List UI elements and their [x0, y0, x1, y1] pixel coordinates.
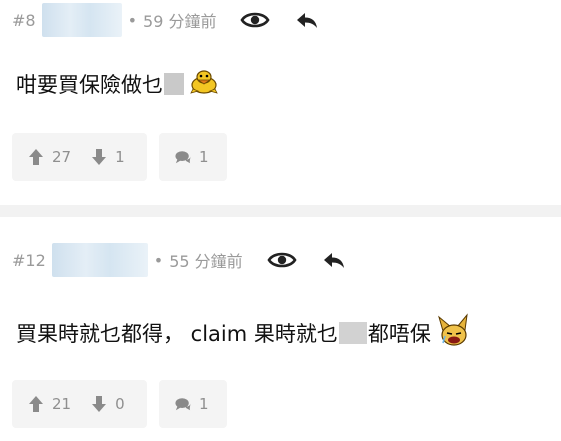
comment-button[interactable]: 1 — [159, 380, 227, 428]
reply-icon[interactable] — [321, 248, 347, 272]
post-content: 咁要買保險做乜 — [16, 66, 219, 102]
upvote-count: 21 — [52, 395, 72, 413]
username-blurred[interactable] — [41, 3, 122, 37]
downvote-count: 0 — [115, 395, 125, 413]
comment-button[interactable]: 1 — [159, 133, 227, 181]
post-actions: 27 1 1 — [12, 133, 227, 181]
separator-dot: • — [127, 10, 138, 30]
upvote-count: 27 — [52, 148, 72, 166]
comment-count: 1 — [199, 395, 209, 413]
blurred-text — [164, 73, 184, 95]
post-text: 買果時就乜都得， claim 果時就乜 — [16, 322, 338, 346]
reply-post-8: #8 • 59 分鐘前 咁要買保險做乜 27 1 1 — [0, 0, 561, 205]
post-meta: #12 • 55 分鐘前 — [12, 240, 347, 280]
blurred-text — [338, 322, 367, 344]
post-meta: #8 • 59 分鐘前 — [12, 0, 320, 40]
crying-emoji-icon — [435, 312, 471, 354]
arrow-up-icon[interactable] — [28, 148, 44, 166]
duck-emoji-icon — [189, 69, 219, 100]
downvote-count: 1 — [115, 148, 125, 166]
arrow-down-icon[interactable] — [91, 148, 107, 166]
separator-dot: • — [153, 250, 164, 270]
arrow-up-icon[interactable] — [28, 395, 44, 413]
post-text: 咁要買保險做乜 — [16, 73, 163, 97]
comment-bubble-icon — [175, 395, 191, 413]
comment-count: 1 — [199, 148, 209, 166]
post-text-end: 都唔保 — [367, 322, 431, 346]
post-divider — [0, 205, 561, 217]
eye-icon[interactable] — [267, 248, 297, 272]
reply-icon[interactable] — [294, 8, 320, 32]
post-time: 55 分鐘前 — [169, 252, 243, 271]
vote-buttons: 27 1 — [12, 133, 147, 181]
post-actions: 21 0 1 — [12, 380, 227, 428]
arrow-down-icon[interactable] — [91, 395, 107, 413]
comment-bubble-icon — [175, 148, 191, 166]
vote-buttons: 21 0 — [12, 380, 147, 428]
eye-icon[interactable] — [240, 8, 271, 32]
post-content: 買果時就乜都得， claim 果時就乜 都唔保 — [16, 312, 471, 354]
username-blurred[interactable] — [51, 243, 148, 277]
floor-number: #8 — [12, 10, 36, 30]
post-time: 59 分鐘前 — [143, 12, 217, 31]
reply-post-12: #12 • 55 分鐘前 買果時就乜都得， claim 果時就乜 都唔保 21 … — [0, 217, 561, 441]
floor-number: #12 — [12, 250, 46, 270]
